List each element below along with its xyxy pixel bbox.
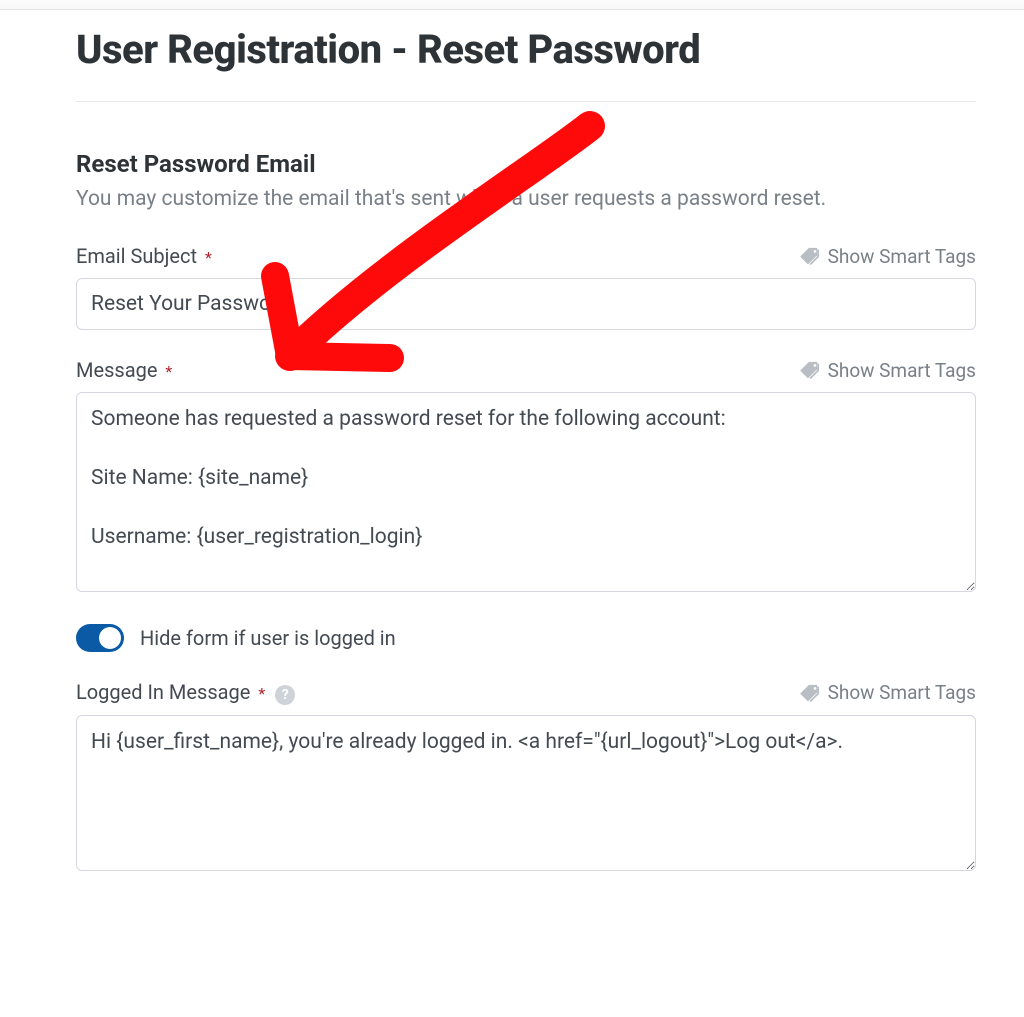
divider: [76, 101, 976, 102]
section-description: You may customize the email that's sent …: [76, 184, 976, 214]
message-label: Message: [76, 358, 157, 382]
email-subject-field: Email Subject * Show Smart Tags: [76, 244, 976, 330]
toggle-knob: [99, 627, 121, 649]
required-marker: *: [165, 362, 172, 381]
message-textarea[interactable]: Someone has requested a password reset f…: [76, 392, 976, 592]
smart-tags-label: Show Smart Tags: [828, 245, 976, 268]
required-marker: *: [205, 248, 212, 267]
message-field: Message * Show Smart Tags Someone has re…: [76, 358, 976, 596]
tag-icon: [798, 245, 820, 267]
logged-in-message-field: Logged In Message * ? Show Smart Tags Hi…: [76, 680, 976, 875]
show-smart-tags-link[interactable]: Show Smart Tags: [798, 359, 976, 382]
page-title: User Registration - Reset Password: [76, 26, 976, 73]
show-smart-tags-link[interactable]: Show Smart Tags: [798, 245, 976, 268]
tag-icon: [798, 682, 820, 704]
top-strip: [0, 0, 1024, 10]
section-title: Reset Password Email: [76, 150, 976, 178]
required-marker: *: [258, 684, 265, 703]
reset-password-section: Reset Password Email You may customize t…: [76, 150, 976, 875]
show-smart-tags-link[interactable]: Show Smart Tags: [798, 681, 976, 704]
hide-form-toggle-row: Hide form if user is logged in: [76, 624, 976, 652]
smart-tags-label: Show Smart Tags: [828, 359, 976, 382]
logged-in-message-textarea[interactable]: Hi {user_first_name}, you're already log…: [76, 715, 976, 871]
hide-form-toggle-label: Hide form if user is logged in: [140, 626, 396, 650]
help-icon[interactable]: ?: [275, 685, 295, 705]
hide-form-toggle[interactable]: [76, 624, 124, 652]
email-subject-label: Email Subject: [76, 244, 197, 268]
logged-in-message-label: Logged In Message: [76, 680, 250, 704]
email-subject-input[interactable]: [76, 278, 976, 330]
tag-icon: [798, 359, 820, 381]
smart-tags-label: Show Smart Tags: [828, 681, 976, 704]
